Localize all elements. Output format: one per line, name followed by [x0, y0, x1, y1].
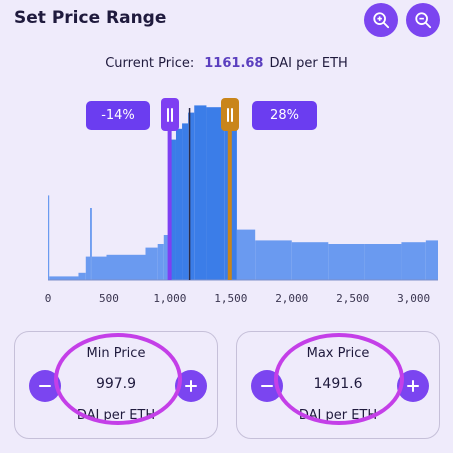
x-tick-label: 500 — [99, 292, 119, 305]
plus-icon — [185, 380, 197, 392]
histogram-bar — [255, 240, 292, 280]
max-price-label: Max Price — [306, 346, 370, 361]
histogram-bar — [401, 242, 426, 280]
min-price-increase-button[interactable] — [175, 370, 207, 402]
histogram-bar — [194, 105, 207, 281]
histogram-bar — [206, 107, 225, 280]
min-price-card: Min Price 997.9 DAI per ETH — [14, 331, 218, 439]
x-tick-label: 2,000 — [275, 292, 308, 305]
x-tick-label: 0 — [45, 292, 52, 305]
current-price: Current Price: 1161.68 DAI per ETH — [0, 56, 453, 71]
histogram-bar — [145, 247, 158, 280]
current-price-unit: DAI per ETH — [269, 56, 348, 71]
histogram-bar — [90, 208, 92, 280]
plus-icon — [407, 380, 419, 392]
x-tick-label: 1,500 — [214, 292, 247, 305]
minus-icon — [39, 385, 51, 387]
histogram-bar — [328, 244, 365, 280]
max-change-badge: 28% — [252, 101, 317, 130]
x-tick-label: 2,500 — [336, 292, 369, 305]
histogram-bar — [106, 254, 146, 280]
histogram-bar — [48, 195, 50, 280]
page-title: Set Price Range — [14, 8, 167, 28]
histogram-bar — [175, 128, 183, 280]
zoom-out-button[interactable] — [406, 3, 440, 37]
x-tick-label: 3,000 — [397, 292, 430, 305]
min-price-label: Min Price — [86, 346, 146, 361]
max-price-line — [227, 110, 232, 280]
max-price-increase-button[interactable] — [397, 370, 429, 402]
current-price-label: Current Price: — [105, 56, 195, 71]
max-price-decrease-button[interactable] — [251, 370, 283, 402]
current-price-value: 1161.68 — [204, 56, 264, 71]
histogram-bar — [49, 276, 79, 280]
histogram-bar — [78, 272, 86, 280]
min-price-decrease-button[interactable] — [29, 370, 61, 402]
histogram-bar — [291, 242, 329, 280]
histogram-bar — [91, 256, 107, 280]
histogram-bar — [236, 229, 256, 280]
max-price-unit: DAI per ETH — [298, 408, 378, 423]
histogram-bar — [364, 244, 402, 280]
min-change-badge: -14% — [86, 101, 150, 130]
min-price-unit: DAI per ETH — [76, 408, 156, 423]
zoom-in-icon — [373, 12, 390, 29]
histogram-bar — [425, 240, 438, 280]
zoom-in-button[interactable] — [364, 3, 398, 37]
zoom-out-icon — [415, 12, 432, 29]
histogram-bar — [85, 256, 91, 280]
max-price-card: Max Price 1491.6 DAI per ETH — [236, 331, 440, 439]
min-price-handle[interactable] — [160, 98, 179, 131]
x-tick-label: 1,000 — [153, 292, 186, 305]
histogram-bar — [157, 244, 164, 280]
max-price-handle[interactable] — [220, 98, 239, 131]
minus-icon — [261, 385, 273, 387]
histogram-bar — [182, 123, 189, 281]
min-price-line — [167, 110, 172, 280]
